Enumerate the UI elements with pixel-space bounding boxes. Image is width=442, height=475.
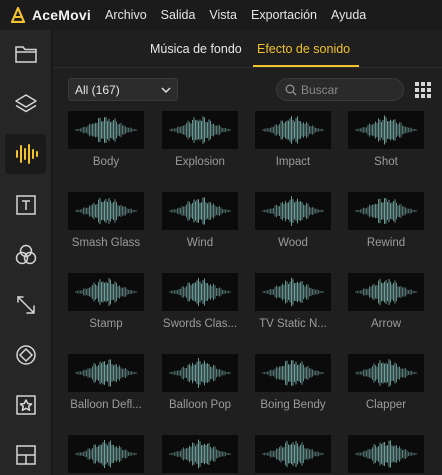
sound-tile[interactable]: Wind [162, 192, 238, 249]
sidebar-item-layers[interactable] [5, 84, 46, 124]
sound-label: Balloon Pop [168, 399, 232, 411]
sound-tile[interactable] [348, 435, 424, 475]
search-input[interactable] [301, 82, 399, 98]
waveform-thumbnail [162, 273, 238, 311]
sound-tile[interactable]: Smash Glass [68, 192, 144, 249]
menu-ayuda[interactable]: Ayuda [331, 8, 366, 22]
sound-tile[interactable]: Stamp [68, 273, 144, 330]
sidebar-item-text[interactable] [5, 185, 46, 225]
elements-icon [15, 395, 36, 415]
waveform-thumbnail [68, 354, 144, 392]
chevron-down-icon [161, 87, 171, 94]
text-icon [15, 195, 36, 215]
waveform-thumbnail [68, 111, 144, 149]
sidebar-item-media[interactable] [5, 34, 46, 74]
waveform-thumbnail [255, 192, 331, 230]
sound-label: Smash Glass [71, 237, 141, 249]
menu-salida[interactable]: Salida [161, 8, 196, 22]
tab-sound-effects[interactable]: Efecto de sonido [257, 42, 350, 56]
waveform-thumbnail [68, 192, 144, 230]
sidebar-item-transitions[interactable] [5, 285, 46, 325]
sound-tile[interactable]: Balloon Defl... [68, 354, 144, 411]
waveform-thumbnail [348, 192, 424, 230]
sound-tile[interactable] [255, 435, 331, 475]
transitions-icon [16, 296, 35, 314]
sidebar-item-effects[interactable] [5, 335, 46, 375]
waveform-thumbnail [255, 111, 331, 149]
waveform-thumbnail [162, 192, 238, 230]
waveform-thumbnail [68, 435, 144, 473]
app-logo: AceMovi [10, 7, 91, 23]
sound-tile[interactable]: Boing Bendy [255, 354, 331, 411]
folder-icon [14, 46, 37, 63]
menu-vista[interactable]: Vista [209, 8, 237, 22]
acemovi-logo-icon [10, 7, 26, 23]
tab-background-music[interactable]: Música de fondo [150, 42, 242, 56]
sound-tile[interactable]: Arrow [348, 273, 424, 330]
sidebar [0, 30, 52, 475]
sound-label: TV Static N... [259, 318, 327, 330]
effects-icon [15, 345, 36, 365]
sound-label: Body [92, 156, 120, 168]
sound-tile[interactable]: TV Static N... [255, 273, 331, 330]
sound-label: Arrow [370, 318, 402, 330]
sound-label: Wood [278, 237, 308, 249]
waveform-thumbnail [348, 273, 424, 311]
app-name: AceMovi [32, 7, 91, 23]
search-icon [285, 84, 297, 96]
waveform-thumbnail [68, 273, 144, 311]
sound-tile[interactable]: Body [68, 111, 144, 168]
sound-tile[interactable]: Wood [255, 192, 331, 249]
tab-bar: Música de fondo Efecto de sonido [53, 30, 442, 68]
category-dropdown-value: All (167) [75, 83, 120, 97]
sound-label: Balloon Defl... [70, 399, 142, 411]
waveform-thumbnail [255, 435, 331, 473]
sound-label: Clapper [365, 399, 407, 411]
waveform-thumbnail [348, 354, 424, 392]
category-dropdown[interactable]: All (167) [68, 78, 178, 101]
sound-label: Stamp [89, 318, 123, 330]
sound-tile[interactable]: Impact [255, 111, 331, 168]
filters-icon [15, 244, 36, 265]
grid-view-icon[interactable] [414, 81, 432, 99]
menu-archivo[interactable]: Archivo [105, 8, 147, 22]
sound-label: Rewind [366, 237, 406, 249]
sound-tile[interactable]: Clapper [348, 354, 424, 411]
sidebar-item-filters[interactable] [5, 235, 46, 275]
sidebar-item-audio[interactable] [5, 134, 46, 174]
sound-label: Wind [186, 237, 214, 249]
sound-library-panel: Música de fondo Efecto de sonido All (16… [53, 30, 442, 475]
sound-tile[interactable]: Swords Clas... [162, 273, 238, 330]
waveform-thumbnail [162, 354, 238, 392]
active-tab-indicator [253, 65, 359, 67]
search-box [276, 78, 404, 101]
sound-tile[interactable]: Explosion [162, 111, 238, 168]
waveform-thumbnail [348, 111, 424, 149]
waveform-thumbnail [348, 435, 424, 473]
sound-grid: Body Explosion Impact Shot Smash Glass Wind Wo… [53, 110, 442, 475]
waveform-thumbnail [255, 273, 331, 311]
waveform-thumbnail [162, 435, 238, 473]
menu-exportacion[interactable]: Exportación [251, 8, 317, 22]
sidebar-item-split-screen[interactable] [5, 435, 46, 475]
sound-tile[interactable]: Balloon Pop [162, 354, 238, 411]
sound-label: Explosion [175, 156, 225, 168]
sound-label: Shot [374, 156, 398, 168]
split-screen-icon [15, 445, 36, 465]
waveform-thumbnail [255, 354, 331, 392]
waveform-thumbnail [162, 111, 238, 149]
sound-tile[interactable]: Shot [348, 111, 424, 168]
sound-tile[interactable] [68, 435, 144, 475]
menu-bar: AceMovi Archivo Salida Vista Exportación… [0, 0, 442, 30]
sidebar-item-elements[interactable] [5, 385, 46, 425]
sound-tile[interactable]: Rewind [348, 192, 424, 249]
sound-label: Swords Clas... [162, 318, 238, 330]
sound-label: Impact [275, 156, 311, 168]
sound-label: Boing Bendy [260, 399, 326, 411]
audio-waveform-icon [15, 144, 38, 164]
sound-tile[interactable] [162, 435, 238, 475]
layers-icon [14, 94, 37, 113]
